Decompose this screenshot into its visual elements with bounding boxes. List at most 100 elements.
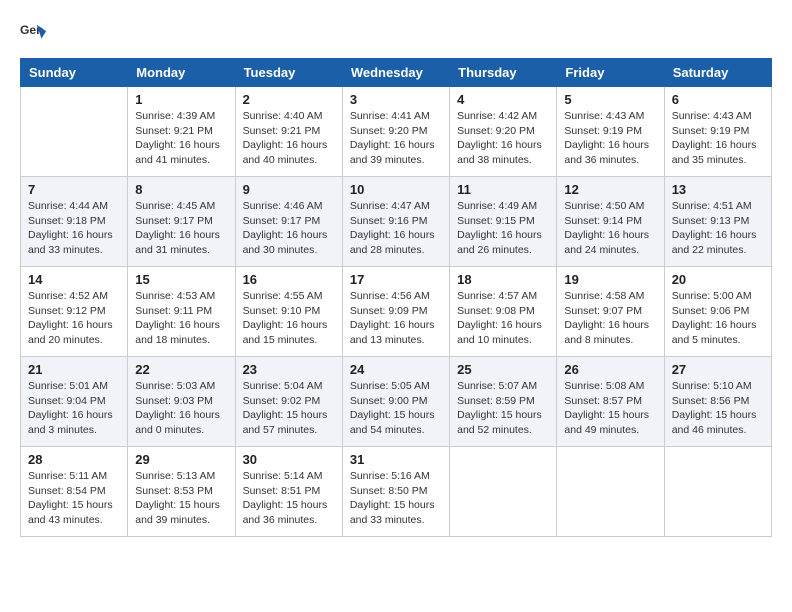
header-sunday: Sunday [21, 59, 128, 87]
day-number: 28 [28, 452, 120, 467]
calendar-table: SundayMondayTuesdayWednesdayThursdayFrid… [20, 58, 772, 537]
calendar-cell: 26Sunrise: 5:08 AM Sunset: 8:57 PM Dayli… [557, 357, 664, 447]
day-info: Sunrise: 4:42 AM Sunset: 9:20 PM Dayligh… [457, 109, 549, 168]
header-wednesday: Wednesday [342, 59, 449, 87]
day-info: Sunrise: 4:58 AM Sunset: 9:07 PM Dayligh… [564, 289, 656, 348]
day-number: 15 [135, 272, 227, 287]
calendar-cell: 16 Sunrise: 4:55 AM Sunset: 9:10 PM Dayli… [235, 267, 342, 357]
day-info: Sunrise: 4:43 AM Sunset: 9:19 PM Dayligh… [672, 109, 764, 168]
day-info: Sunrise: 4:51 AM Sunset: 9:13 PM Dayligh… [672, 199, 764, 258]
calendar-cell: 19 Sunrise: 4:58 AM Sunset: 9:07 PM Dayli… [557, 267, 664, 357]
calendar-cell [664, 447, 771, 537]
day-number: 22 [135, 362, 227, 377]
header-thursday: Thursday [450, 59, 557, 87]
day-info: Sunrise: 5:13 AM Sunset: 8:53 PM Dayligh… [135, 469, 227, 528]
day-number: 5 [564, 92, 656, 107]
day-number: 1 [135, 92, 227, 107]
day-number: 26 [564, 362, 656, 377]
day-info: Sunrise: 4:46 AM Sunset: 9:17 PM Dayligh… [243, 199, 335, 258]
day-info: Sunrise: 5:00 AM Sunset: 9:06 PM Dayligh… [672, 289, 764, 348]
calendar-cell: 25 Sunrise: 5:07 AM Sunset: 8:59 PM Dayli… [450, 357, 557, 447]
day-number: 17 [350, 272, 442, 287]
day-info: Sunrise: 5:16 AM Sunset: 8:50 PM Dayligh… [350, 469, 442, 528]
calendar-cell [450, 447, 557, 537]
calendar-cell: 12 Sunrise: 4:50 AM Sunset: 9:14 PM Dayli… [557, 177, 664, 267]
day-number: 29 [135, 452, 227, 467]
header-friday: Friday [557, 59, 664, 87]
day-info: Sunrise: 5:01 AM Sunset: 9:04 PM Dayligh… [28, 379, 120, 438]
day-info: Sunrise: 4:52 AM Sunset: 9:12 PM Dayligh… [28, 289, 120, 348]
day-number: 4 [457, 92, 549, 107]
calendar-cell: 3Sunrise: 4:41 AM Sunset: 9:20 PM Daylig… [342, 87, 449, 177]
day-info: Sunrise: 5:05 AM Sunset: 9:00 PM Dayligh… [350, 379, 442, 438]
calendar-cell: 27 Sunrise: 5:10 AM Sunset: 8:56 PM Dayli… [664, 357, 771, 447]
calendar-cell: 7 Sunrise: 4:44 AM Sunset: 9:18 PM Daylig… [21, 177, 128, 267]
header-monday: Monday [128, 59, 235, 87]
day-number: 16 [243, 272, 335, 287]
calendar-cell [557, 447, 664, 537]
day-number: 19 [564, 272, 656, 287]
day-info: Sunrise: 4:47 AM Sunset: 9:16 PM Dayligh… [350, 199, 442, 258]
calendar-cell: 21 Sunrise: 5:01 AM Sunset: 9:04 PM Dayli… [21, 357, 128, 447]
calendar-week-row: 7 Sunrise: 4:44 AM Sunset: 9:18 PM Daylig… [21, 177, 772, 267]
calendar-week-row: 1 Sunrise: 4:39 AM Sunset: 9:21 PM Daylig… [21, 87, 772, 177]
day-number: 14 [28, 272, 120, 287]
day-info: Sunrise: 4:39 AM Sunset: 9:21 PM Dayligh… [135, 109, 227, 168]
day-info: Sunrise: 4:56 AM Sunset: 9:09 PM Dayligh… [350, 289, 442, 348]
calendar-cell: 2 Sunrise: 4:40 AM Sunset: 9:21 PM Daylig… [235, 87, 342, 177]
day-number: 10 [350, 182, 442, 197]
calendar-cell: 10 Sunrise: 4:47 AM Sunset: 9:16 PM Dayli… [342, 177, 449, 267]
day-number: 6 [672, 92, 764, 107]
calendar-cell: 14 Sunrise: 4:52 AM Sunset: 9:12 PM Dayli… [21, 267, 128, 357]
day-number: 7 [28, 182, 120, 197]
header-saturday: Saturday [664, 59, 771, 87]
calendar-cell: 20Sunrise: 5:00 AM Sunset: 9:06 PM Dayli… [664, 267, 771, 357]
calendar-cell [21, 87, 128, 177]
calendar-cell: 17 Sunrise: 4:56 AM Sunset: 9:09 PM Dayli… [342, 267, 449, 357]
day-info: Sunrise: 5:11 AM Sunset: 8:54 PM Dayligh… [28, 469, 120, 528]
day-info: Sunrise: 5:10 AM Sunset: 8:56 PM Dayligh… [672, 379, 764, 438]
logo-icon: Gen [20, 20, 48, 48]
day-info: Sunrise: 4:53 AM Sunset: 9:11 PM Dayligh… [135, 289, 227, 348]
day-number: 18 [457, 272, 549, 287]
day-info: Sunrise: 4:40 AM Sunset: 9:21 PM Dayligh… [243, 109, 335, 168]
day-info: Sunrise: 4:49 AM Sunset: 9:15 PM Dayligh… [457, 199, 549, 258]
day-info: Sunrise: 5:14 AM Sunset: 8:51 PM Dayligh… [243, 469, 335, 528]
calendar-cell: 24Sunrise: 5:05 AM Sunset: 9:00 PM Dayli… [342, 357, 449, 447]
calendar-cell: 13 Sunrise: 4:51 AM Sunset: 9:13 PM Dayli… [664, 177, 771, 267]
calendar-cell: 30Sunrise: 5:14 AM Sunset: 8:51 PM Dayli… [235, 447, 342, 537]
calendar-cell: 22 Sunrise: 5:03 AM Sunset: 9:03 PM Dayli… [128, 357, 235, 447]
day-number: 25 [457, 362, 549, 377]
day-info: Sunrise: 5:07 AM Sunset: 8:59 PM Dayligh… [457, 379, 549, 438]
day-info: Sunrise: 4:57 AM Sunset: 9:08 PM Dayligh… [457, 289, 549, 348]
day-number: 21 [28, 362, 120, 377]
calendar-cell: 6 Sunrise: 4:43 AM Sunset: 9:19 PM Daylig… [664, 87, 771, 177]
calendar-cell: 8 Sunrise: 4:45 AM Sunset: 9:17 PM Daylig… [128, 177, 235, 267]
day-info: Sunrise: 4:44 AM Sunset: 9:18 PM Dayligh… [28, 199, 120, 258]
calendar-cell: 11Sunrise: 4:49 AM Sunset: 9:15 PM Dayli… [450, 177, 557, 267]
day-number: 23 [243, 362, 335, 377]
day-info: Sunrise: 4:50 AM Sunset: 9:14 PM Dayligh… [564, 199, 656, 258]
calendar-cell: 23 Sunrise: 5:04 AM Sunset: 9:02 PM Dayli… [235, 357, 342, 447]
day-info: Sunrise: 4:45 AM Sunset: 9:17 PM Dayligh… [135, 199, 227, 258]
day-number: 13 [672, 182, 764, 197]
calendar-week-row: 21 Sunrise: 5:01 AM Sunset: 9:04 PM Dayli… [21, 357, 772, 447]
day-number: 27 [672, 362, 764, 377]
day-info: Sunrise: 5:03 AM Sunset: 9:03 PM Dayligh… [135, 379, 227, 438]
day-info: Sunrise: 4:41 AM Sunset: 9:20 PM Dayligh… [350, 109, 442, 168]
day-info: Sunrise: 4:43 AM Sunset: 9:19 PM Dayligh… [564, 109, 656, 168]
calendar-week-row: 28 Sunrise: 5:11 AM Sunset: 8:54 PM Dayli… [21, 447, 772, 537]
calendar-header-row: SundayMondayTuesdayWednesdayThursdayFrid… [21, 59, 772, 87]
day-info: Sunrise: 4:55 AM Sunset: 9:10 PM Dayligh… [243, 289, 335, 348]
calendar-cell: 29 Sunrise: 5:13 AM Sunset: 8:53 PM Dayli… [128, 447, 235, 537]
day-number: 8 [135, 182, 227, 197]
calendar-cell: 15 Sunrise: 4:53 AM Sunset: 9:11 PM Dayli… [128, 267, 235, 357]
calendar-cell: 9 Sunrise: 4:46 AM Sunset: 9:17 PM Daylig… [235, 177, 342, 267]
calendar-cell: 1 Sunrise: 4:39 AM Sunset: 9:21 PM Daylig… [128, 87, 235, 177]
day-info: Sunrise: 5:04 AM Sunset: 9:02 PM Dayligh… [243, 379, 335, 438]
day-number: 9 [243, 182, 335, 197]
day-number: 12 [564, 182, 656, 197]
calendar-cell: 31Sunrise: 5:16 AM Sunset: 8:50 PM Dayli… [342, 447, 449, 537]
calendar-cell: 28 Sunrise: 5:11 AM Sunset: 8:54 PM Dayli… [21, 447, 128, 537]
day-number: 2 [243, 92, 335, 107]
